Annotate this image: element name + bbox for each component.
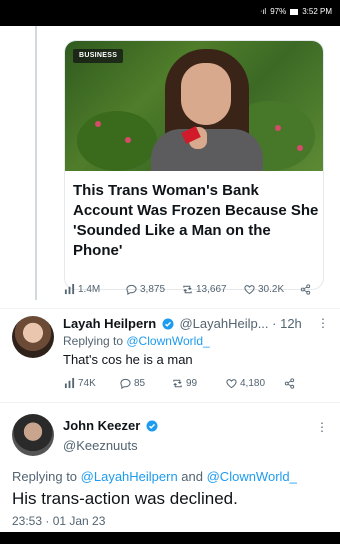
- share-icon: [284, 378, 295, 389]
- retweet-button[interactable]: 99: [172, 378, 226, 389]
- tweet-thread: BUSINESS This Trans Woman's Bank Account…: [0, 26, 340, 532]
- retweet-icon: [173, 379, 182, 388]
- like-button[interactable]: 4,180: [226, 378, 284, 389]
- retweet-button[interactable]: 13,667: [182, 284, 244, 295]
- author-handle[interactable]: @LayahHeilp...: [179, 316, 268, 331]
- retweet-count: 13,667: [196, 284, 227, 295]
- divider: [0, 308, 340, 309]
- clock: 3:52 PM: [302, 7, 332, 16]
- tweet2-header: Layah Heilpern @LayahHeilp... · 12h: [63, 316, 333, 331]
- navigation-bar: [0, 532, 340, 544]
- avatar[interactable]: [12, 414, 54, 456]
- author-name[interactable]: Layah Heilpern: [63, 316, 156, 331]
- tweet-time: · 12h: [272, 316, 302, 331]
- battery-percent: 97%: [270, 7, 287, 16]
- article-headline: This Trans Woman's Bank Account Was Froz…: [73, 182, 319, 259]
- views-button[interactable]: 74K: [64, 378, 120, 389]
- article-card[interactable]: BUSINESS This Trans Woman's Bank Account…: [64, 40, 324, 290]
- tweet2-actions: 74K 85 99 4,180: [64, 378, 295, 389]
- mention-link[interactable]: @LayahHeilpern: [81, 469, 178, 484]
- views-button[interactable]: 1.4M: [64, 284, 126, 295]
- category-badge: BUSINESS: [73, 49, 124, 63]
- mention-link[interactable]: @ClownWorld_: [126, 334, 209, 348]
- reply-count: 3,875: [140, 284, 166, 295]
- status-bar: ᐧıl 97% 3:52 PM: [0, 0, 340, 26]
- like-button[interactable]: 30.2K: [244, 284, 300, 295]
- views-count: 74K: [78, 378, 96, 389]
- verified-badge-icon: [146, 420, 158, 432]
- like-count: 4,180: [240, 378, 266, 389]
- author-name[interactable]: John Keezer: [63, 418, 140, 433]
- avatar[interactable]: [12, 316, 54, 358]
- heart-icon: [226, 379, 237, 389]
- author-handle[interactable]: @Keeznuuts: [63, 438, 138, 453]
- tweet3-header: John Keezer: [63, 418, 160, 433]
- verified-badge-icon: [162, 318, 174, 330]
- more-options-icon[interactable]: ⋮: [317, 316, 330, 330]
- views-count: 1.4M: [78, 284, 101, 295]
- views-icon: [64, 378, 75, 389]
- replying-to: Replying to @LayahHeilpern and @ClownWor…: [12, 469, 297, 484]
- more-options-icon[interactable]: ⋮: [316, 420, 328, 434]
- like-count: 30.2K: [258, 284, 285, 295]
- tweet-text: His trans-action was declined.: [12, 489, 238, 508]
- retweet-icon: [183, 285, 192, 294]
- reply-button[interactable]: 85: [120, 378, 172, 389]
- views-icon: [64, 284, 75, 295]
- reply-icon: [120, 378, 131, 389]
- mention-link[interactable]: @ClownWorld_: [207, 469, 297, 484]
- tweet1-actions: 1.4M 3,875 13,667 30.2K: [64, 284, 311, 295]
- retweet-count: 99: [186, 378, 198, 389]
- share-icon: [300, 284, 311, 295]
- thread-connector-line: [35, 26, 37, 300]
- replying-to: Replying to @ClownWorld_: [63, 334, 210, 348]
- heart-icon: [244, 285, 255, 295]
- tweet-text: That's cos he is a man: [63, 352, 193, 367]
- reply-icon: [126, 284, 137, 295]
- reply-count: 85: [134, 378, 146, 389]
- tweet-timestamp: 23:53 · 01 Jan 23: [12, 514, 106, 528]
- share-button[interactable]: [300, 284, 311, 295]
- share-button[interactable]: [284, 378, 295, 389]
- reply-button[interactable]: 3,875: [126, 284, 182, 295]
- signal-icon: ᐧıl: [260, 7, 267, 16]
- battery-icon: [290, 8, 299, 15]
- divider: [0, 402, 340, 403]
